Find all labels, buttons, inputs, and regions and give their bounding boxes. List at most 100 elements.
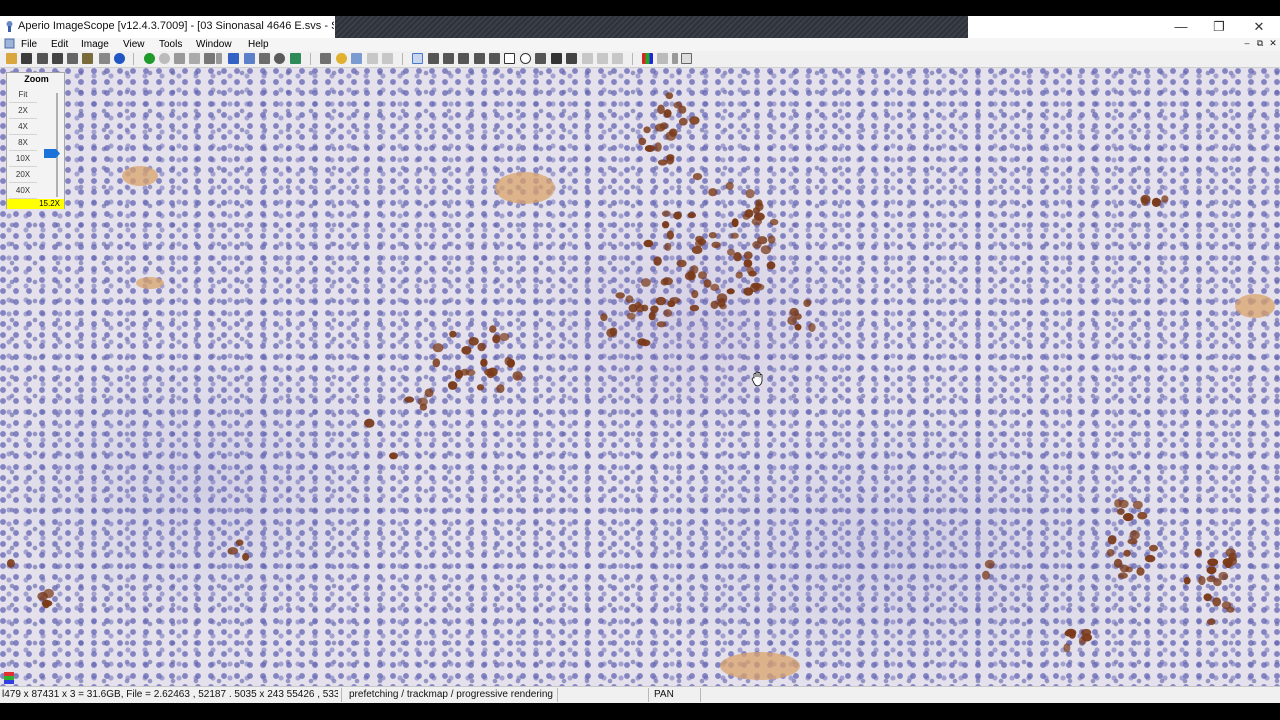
select-arrow-icon[interactable]: [428, 53, 439, 64]
help-icon[interactable]: [681, 53, 692, 64]
ellipse-tool-icon[interactable]: [520, 53, 531, 64]
zoom-level-40x[interactable]: 40X: [9, 184, 37, 199]
delete-icon[interactable]: [612, 53, 623, 64]
save-icon[interactable]: [21, 53, 32, 64]
dab-nucleus: [476, 384, 485, 391]
render-mode-status: prefetching / trackmap / progressive ren…: [349, 689, 553, 700]
zoom-slider-track[interactable]: [56, 93, 58, 197]
menu-file[interactable]: File: [21, 38, 37, 51]
properties-icon[interactable]: [99, 53, 110, 64]
color-channels-icon[interactable]: [642, 53, 653, 64]
dab-nucleus: [684, 271, 696, 281]
layers-icon[interactable]: [351, 53, 362, 64]
dab-nucleus: [432, 358, 441, 368]
mdi-close-button[interactable]: ✕: [1267, 38, 1279, 49]
dab-nucleus: [803, 299, 812, 307]
dab-nucleus: [1207, 558, 1219, 567]
dab-nucleus: [638, 137, 647, 146]
pan-hand-icon[interactable]: [412, 53, 423, 64]
thumbnail-icon[interactable]: [228, 53, 239, 64]
stop-icon[interactable]: [159, 53, 170, 64]
stromal-patch: [1235, 294, 1275, 318]
chevron-down-icon[interactable]: [672, 53, 678, 64]
snapshot-icon[interactable]: [52, 53, 63, 64]
dab-nucleus: [43, 588, 54, 599]
dab-nucleus: [1123, 549, 1131, 557]
rectangle-tool-icon[interactable]: [504, 53, 515, 64]
annotation-list-icon[interactable]: [566, 53, 577, 64]
open-folder-icon[interactable]: [6, 53, 17, 64]
dab-nucleus: [982, 570, 990, 580]
select-region-icon[interactable]: [204, 53, 215, 64]
status-separator: [557, 688, 558, 702]
dab-nucleus: [733, 252, 742, 262]
stromal-patch: [136, 277, 164, 289]
dab-nucleus: [650, 305, 659, 314]
dab-nucleus: [1122, 513, 1134, 522]
document-icon[interactable]: [4, 38, 15, 49]
magnifier-window-icon[interactable]: [244, 53, 255, 64]
camera-icon[interactable]: [37, 53, 48, 64]
menu-view[interactable]: View: [123, 38, 145, 51]
zoom-icon[interactable]: [274, 53, 285, 64]
freehand-icon[interactable]: [474, 53, 485, 64]
grid-icon[interactable]: [551, 53, 562, 64]
dab-nucleus: [626, 312, 636, 320]
dab-nucleus: [1129, 530, 1140, 540]
dab-nucleus: [750, 282, 760, 293]
print-icon[interactable]: [67, 53, 78, 64]
dab-nucleus: [769, 218, 779, 226]
sync-icon[interactable]: [174, 53, 185, 64]
menu-image[interactable]: Image: [81, 38, 109, 51]
zoom-level-fit[interactable]: Fit: [9, 88, 37, 103]
ruler-icon[interactable]: [489, 53, 500, 64]
chevron-down-icon[interactable]: [216, 53, 222, 64]
annotation-tool-icon[interactable]: [320, 53, 331, 64]
info-icon[interactable]: [114, 53, 125, 64]
compare-icon[interactable]: [657, 53, 668, 64]
dab-nucleus: [364, 418, 375, 428]
mdi-restore-button[interactable]: ⧉: [1254, 38, 1266, 49]
slide-viewer[interactable]: [0, 68, 1280, 686]
dab-nucleus: [657, 104, 665, 115]
zoom-level-4x[interactable]: 4X: [9, 120, 37, 135]
arrow-tool-icon[interactable]: [535, 53, 546, 64]
close-button[interactable]: ✕: [1240, 16, 1278, 38]
status-separator: [700, 688, 701, 702]
minimize-button[interactable]: —: [1162, 16, 1200, 38]
dab-nucleus: [1117, 572, 1128, 579]
dab-nucleus: [480, 358, 488, 367]
dab-nucleus: [432, 343, 444, 353]
zoom-level-10x[interactable]: 10X: [9, 152, 37, 167]
zoom-level-2x[interactable]: 2X: [9, 104, 37, 119]
negative-pen-icon[interactable]: [458, 53, 469, 64]
dab-nucleus: [689, 304, 700, 312]
dab-nucleus: [644, 145, 655, 152]
label-window-icon[interactable]: [259, 53, 270, 64]
zoom-level-8x[interactable]: 8X: [9, 136, 37, 151]
dab-nucleus: [689, 116, 700, 125]
rotate-icon[interactable]: [189, 53, 200, 64]
menu-help[interactable]: Help: [248, 38, 269, 51]
go-forward-icon[interactable]: [144, 53, 155, 64]
dab-nucleus: [708, 188, 718, 197]
menu-tools[interactable]: Tools: [159, 38, 182, 51]
dab-nucleus: [656, 321, 667, 328]
undo-icon[interactable]: [367, 53, 378, 64]
maximize-button[interactable]: ❐: [1200, 16, 1238, 38]
dab-nucleus: [665, 92, 674, 100]
dab-nucleus: [711, 241, 721, 248]
dab-nucleus: [461, 346, 472, 355]
copy-icon[interactable]: [582, 53, 593, 64]
redo-icon[interactable]: [382, 53, 393, 64]
pen-tool-icon[interactable]: [443, 53, 454, 64]
extract-region-icon[interactable]: [82, 53, 93, 64]
menu-window[interactable]: Window: [196, 38, 232, 51]
zoom-level-20x[interactable]: 20X: [9, 168, 37, 183]
image-adjust-icon[interactable]: [290, 53, 301, 64]
analysis-icon[interactable]: [336, 53, 347, 64]
dab-nucleus: [668, 128, 678, 137]
paste-icon[interactable]: [597, 53, 608, 64]
menu-edit[interactable]: Edit: [51, 38, 68, 51]
mdi-minimize-button[interactable]: –: [1241, 38, 1253, 49]
